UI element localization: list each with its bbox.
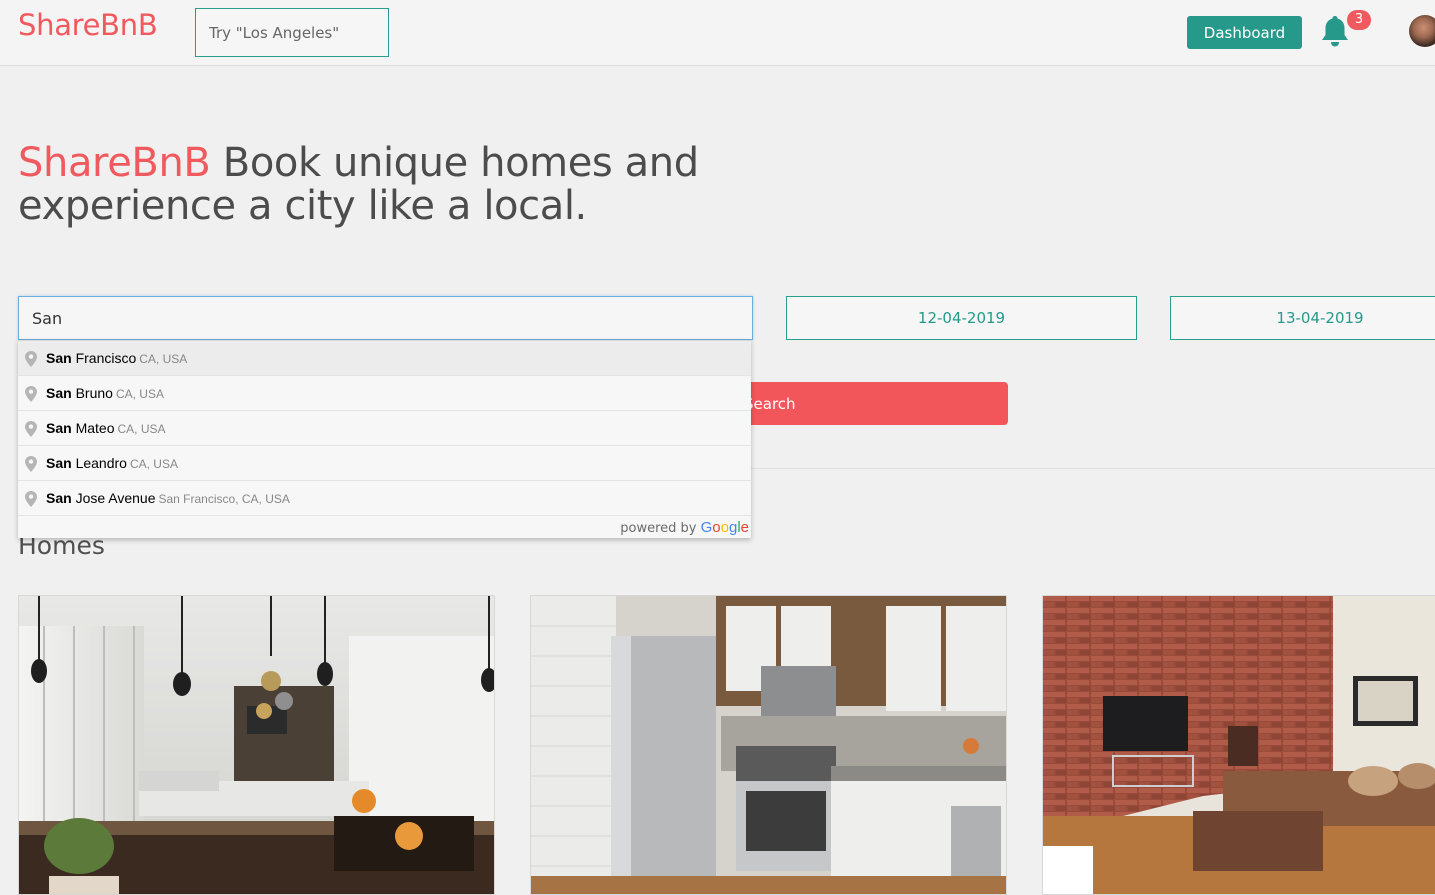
- suggestion-name: Francisco: [71, 350, 137, 366]
- home-card[interactable]: [530, 595, 1007, 895]
- logo[interactable]: ShareBnB: [18, 8, 158, 42]
- google-logo: Google: [700, 519, 749, 536]
- home-photo-living-room: [19, 596, 494, 894]
- suggestion-match: San: [46, 420, 72, 436]
- suggestion-match: San: [46, 455, 72, 471]
- map-pin-icon: [25, 456, 37, 472]
- suggestion-name: Mateo: [71, 420, 115, 436]
- powered-by-label: powered by: [620, 521, 701, 536]
- check-in-date-input[interactable]: [786, 296, 1137, 340]
- map-pin-icon: [25, 421, 37, 437]
- dashboard-button[interactable]: Dashboard: [1187, 16, 1302, 49]
- autocomplete-suggestion[interactable]: San Leandro CA, USA: [18, 446, 751, 481]
- suggestion-secondary: CA, USA: [115, 387, 164, 401]
- autocomplete-suggestion[interactable]: San Bruno CA, USA: [18, 376, 751, 411]
- suggestion-match: San: [46, 490, 72, 506]
- notification-badge: 3: [1347, 10, 1371, 30]
- map-pin-icon: [25, 491, 37, 507]
- autocomplete-suggestion[interactable]: San Francisco CA, USA: [18, 341, 751, 376]
- home-photo-brick-living-room: [1043, 596, 1435, 894]
- hero-heading: ShareBnB Book unique homes and experienc…: [18, 142, 718, 228]
- location-search-input[interactable]: [18, 296, 753, 340]
- search-button[interactable]: Search: [720, 382, 1008, 425]
- hero-brand: ShareBnB: [18, 140, 211, 186]
- suggestion-name: Jose Avenue: [71, 490, 156, 506]
- suggestion-match: San: [46, 350, 72, 366]
- map-pin-icon: [25, 386, 37, 402]
- suggestion-secondary: CA, USA: [117, 422, 166, 436]
- suggestion-match: San: [46, 385, 72, 401]
- avatar[interactable]: [1409, 15, 1435, 47]
- check-out-date-input[interactable]: [1170, 296, 1435, 340]
- header-search-input[interactable]: [195, 8, 389, 57]
- autocomplete-suggestion[interactable]: San Jose Avenue San Francisco, CA, USA: [18, 481, 751, 516]
- top-navbar: ShareBnB Dashboard 3: [0, 0, 1435, 66]
- home-photo-kitchen: [531, 596, 1006, 894]
- suggestion-secondary: CA, USA: [129, 457, 178, 471]
- suggestion-name: Bruno: [71, 385, 113, 401]
- map-pin-icon: [25, 351, 37, 367]
- home-card[interactable]: [1042, 595, 1435, 895]
- autocomplete-suggestion[interactable]: San Mateo CA, USA: [18, 411, 751, 446]
- suggestion-secondary: San Francisco, CA, USA: [158, 492, 290, 506]
- suggestion-name: Leandro: [71, 455, 127, 471]
- suggestion-secondary: CA, USA: [139, 352, 188, 366]
- autocomplete-dropdown: San Francisco CA, USA San Bruno CA, USA Sa…: [18, 340, 751, 538]
- powered-by-google: powered by Google: [620, 519, 749, 536]
- home-card[interactable]: [18, 595, 495, 895]
